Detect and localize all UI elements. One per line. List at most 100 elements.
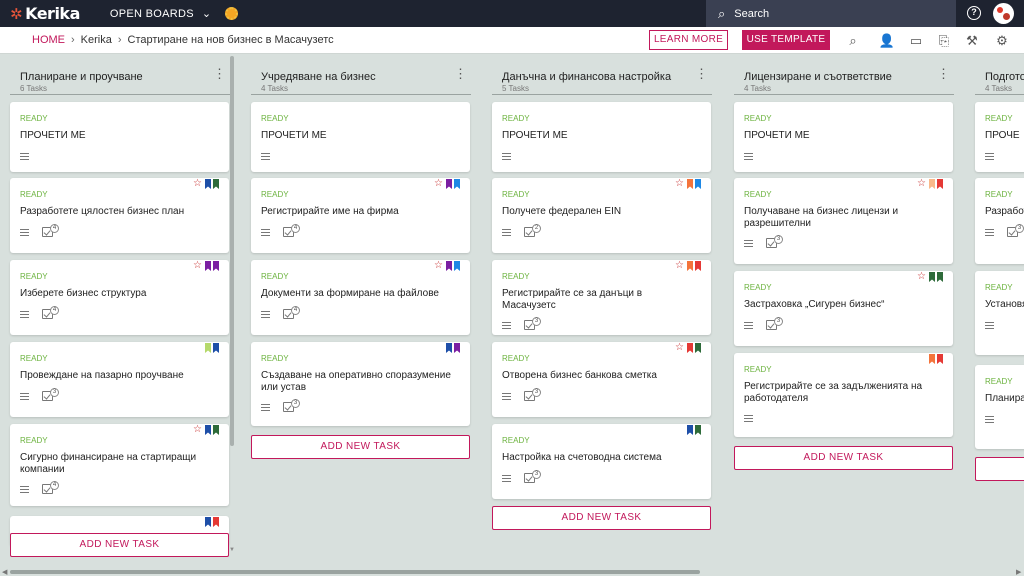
- bookmark-tag-icon: [687, 179, 693, 189]
- scroll-down-arrow-icon[interactable]: ▼: [229, 547, 235, 553]
- star-icon[interactable]: ☆: [193, 261, 202, 271]
- task-card[interactable]: READY ПРОЧЕ: [975, 102, 1024, 172]
- column-menu-icon[interactable]: ⋮: [213, 67, 226, 80]
- add-new-task-button[interactable]: ADD NEW TASK: [492, 506, 711, 530]
- task-title: Документи за формиране на файлове: [261, 288, 439, 299]
- description-icon: [502, 393, 511, 400]
- task-card[interactable]: READY ПРОЧЕТИ МЕ: [251, 102, 470, 172]
- task-status: READY: [744, 365, 772, 374]
- task-title: Регистрирайте име на фирма: [261, 206, 399, 217]
- add-new-task-button[interactable]: ADD NEW TASK: [975, 457, 1024, 481]
- add-new-task-button[interactable]: ADD NEW TASK: [251, 435, 470, 459]
- column-title[interactable]: Учредяване на бизнес: [261, 71, 376, 83]
- task-status: READY: [20, 190, 48, 199]
- learn-more-button[interactable]: LEARN MORE: [649, 30, 728, 50]
- breadcrumb-separator-icon: ›: [71, 34, 75, 46]
- task-title: Отворена бизнес банкова сметка: [502, 370, 657, 381]
- checklist-count: 3: [50, 388, 59, 397]
- column-title[interactable]: Данъчна и финансова настройка: [502, 71, 671, 83]
- kerika-logo[interactable]: ✲ Kerika: [10, 4, 80, 23]
- open-boards-menu[interactable]: OPEN BOARDS ⌄: [109, 7, 212, 21]
- checklist-count: 3: [532, 388, 541, 397]
- star-icon[interactable]: ☆: [675, 261, 684, 271]
- column-title[interactable]: Лицензиране и съответствие: [744, 71, 892, 83]
- scroll-left-arrow-icon[interactable]: ◀: [2, 568, 7, 576]
- task-tags: [444, 343, 460, 353]
- board-column: Подгото4 Tasks⋮ READY ПРОЧЕ READY Разработе …: [975, 55, 1024, 568]
- star-icon[interactable]: ☆: [193, 179, 202, 189]
- task-card[interactable]: READY ПРОЧЕТИ МЕ: [734, 102, 953, 172]
- column-menu-icon[interactable]: ⋮: [454, 67, 467, 80]
- task-card[interactable]: READY Разработете цялостен бизнес план ☆ 4: [10, 178, 229, 253]
- task-card[interactable]: READY Документи за формиране на файлове ☆ 4: [251, 260, 470, 335]
- column-menu-icon[interactable]: ⋮: [937, 67, 950, 80]
- task-card[interactable]: READY Регистрирайте се за данъци в Масачу…: [492, 260, 711, 335]
- task-card[interactable]: READY Установя доставчи: [975, 271, 1024, 355]
- checklist-count: 4: [50, 481, 59, 490]
- task-status: READY: [502, 272, 530, 281]
- checklist-count: 3: [1015, 224, 1024, 233]
- board-horizontal-scrollbar[interactable]: [10, 570, 700, 574]
- breadcrumb-separator-icon: ›: [117, 34, 122, 46]
- add-new-task-button[interactable]: ADD NEW TASK: [734, 446, 953, 470]
- task-tags: [685, 425, 701, 435]
- star-icon[interactable]: ☆: [675, 343, 684, 353]
- task-card[interactable]: READY Регистрирайте се за задълженията на…: [734, 353, 953, 437]
- task-card[interactable]: READY Регистрирайте име на фирма ☆ 4: [251, 178, 470, 253]
- task-title: Получаване на бизнес лицензи и разрешите…: [744, 206, 899, 229]
- task-card[interactable]: READY Отворена бизнес банкова сметка ☆ 3: [492, 342, 711, 417]
- description-icon: [20, 311, 29, 318]
- bookmark-tag-icon: [205, 425, 211, 435]
- task-card[interactable]: READY Създаване на оперативно споразумени…: [251, 342, 470, 426]
- bookmark-tag-icon: [929, 354, 935, 364]
- task-card[interactable]: READY Провеждане на пазарно проучване 3: [10, 342, 229, 417]
- task-card[interactable]: READY Настройка на счетоводна система 3: [492, 424, 711, 499]
- task-card[interactable]: READY Сигурно финансиране на стартиращи к…: [10, 424, 229, 506]
- task-status: READY: [261, 190, 289, 199]
- task-card[interactable]: READY Застраховка „Сигурен бизнес“ ☆ 3: [734, 271, 953, 346]
- scroll-right-arrow-icon[interactable]: ▶: [1016, 568, 1021, 576]
- star-icon[interactable]: ☆: [193, 425, 202, 435]
- settings-gear-icon[interactable]: ⚙: [993, 32, 1011, 50]
- add-new-task-button[interactable]: ADD NEW TASK: [10, 533, 229, 557]
- notification-sun-icon[interactable]: [225, 7, 239, 20]
- column-title[interactable]: Планиране и проучване: [20, 71, 143, 83]
- kerika-logo-icon: ✲: [10, 4, 23, 23]
- task-title: Създаване на оперативно споразумение или…: [261, 370, 451, 393]
- task-card[interactable]: READY ПРОЧЕТИ МЕ: [10, 102, 229, 172]
- task-card[interactable]: READY Получаване на бизнес лицензи и разр…: [734, 178, 953, 264]
- search-board-icon[interactable]: ⌕: [844, 32, 862, 50]
- tools-wand-icon[interactable]: ⚒: [963, 32, 981, 50]
- column-menu-icon[interactable]: ⋮: [695, 67, 708, 80]
- star-icon[interactable]: ☆: [917, 179, 926, 189]
- task-tags: ☆: [675, 343, 701, 353]
- logo-text: Kerika: [25, 4, 80, 23]
- task-card[interactable]: READY ПРОЧЕТИ МЕ: [492, 102, 711, 172]
- add-person-icon[interactable]: 👤: [878, 32, 896, 50]
- attachment-icon[interactable]: ⎘: [935, 32, 953, 50]
- star-icon[interactable]: ☆: [675, 179, 684, 189]
- task-card[interactable]: READY Разработе маркетин 3: [975, 178, 1024, 264]
- star-icon[interactable]: ☆: [434, 179, 443, 189]
- column-vertical-scrollbar[interactable]: [230, 56, 234, 446]
- open-boards-label: OPEN BOARDS: [109, 7, 194, 20]
- search-input[interactable]: ⌕ Search: [706, 0, 956, 27]
- star-icon[interactable]: ☆: [917, 272, 926, 282]
- breadcrumb-project[interactable]: Kerika: [81, 34, 112, 46]
- bookmark-tag-icon: [446, 343, 452, 353]
- task-status: READY: [985, 377, 1013, 386]
- bookmark-tag-icon: [213, 261, 219, 271]
- task-tags: [203, 343, 219, 353]
- star-icon[interactable]: ☆: [434, 261, 443, 271]
- task-card[interactable]: READY Планира стратегия: [975, 365, 1024, 449]
- task-card[interactable]: READY Получете федерален EIN ☆ 2: [492, 178, 711, 253]
- use-template-button[interactable]: USE TEMPLATE: [742, 30, 830, 50]
- breadcrumb-home[interactable]: HOME: [32, 34, 65, 46]
- bookmark-tag-icon: [213, 517, 219, 527]
- chat-icon[interactable]: ▭: [907, 32, 925, 50]
- help-icon[interactable]: ?: [967, 6, 981, 20]
- task-card[interactable]: READY Изберете бизнес структура ☆ 4: [10, 260, 229, 335]
- description-icon: [502, 322, 511, 329]
- user-avatar[interactable]: [993, 3, 1014, 24]
- column-title[interactable]: Подгото: [985, 71, 1024, 83]
